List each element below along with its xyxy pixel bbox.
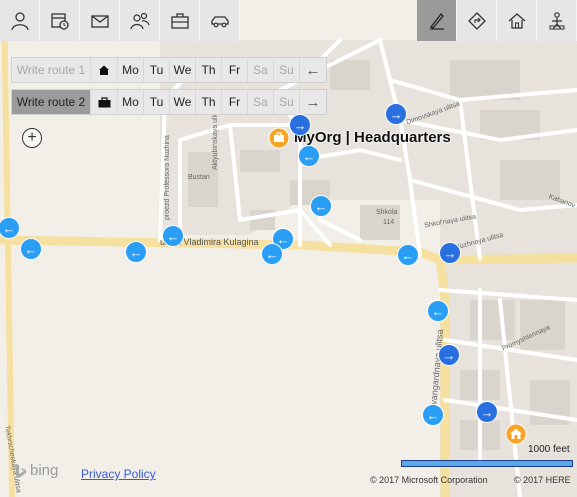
contacts-button[interactable] — [120, 0, 160, 41]
draw-button[interactable] — [417, 0, 457, 41]
person-icon — [10, 11, 29, 30]
route-2-day-mo[interactable]: Mo — [118, 90, 144, 114]
toolbar-left — [0, 0, 240, 41]
briefcase-icon — [170, 12, 189, 29]
bing-logo: bing — [14, 462, 58, 479]
headquarters-label: MyOrg | Headquarters — [294, 129, 451, 146]
route-2-day-fr[interactable]: Fr — [222, 90, 248, 114]
route-marker-right[interactable]: → — [385, 103, 407, 125]
pen-icon — [429, 12, 444, 30]
route-2-day-sa[interactable]: Sa — [248, 90, 274, 114]
car-icon — [210, 15, 229, 27]
route-2-label[interactable]: Write route 2 — [12, 90, 91, 114]
route-1-day-mo[interactable]: Mo — [118, 58, 144, 82]
route-1-home-button[interactable] — [91, 58, 118, 82]
briefcase-icon — [98, 96, 110, 107]
route-marker-left[interactable]: ← — [427, 300, 449, 322]
route-marker-left[interactable]: ← — [125, 241, 147, 263]
scale-bar — [401, 460, 573, 467]
map-label-bustan: Bustan — [188, 174, 210, 181]
route-1-day-fr[interactable]: Fr — [222, 58, 248, 82]
route-marker-left[interactable]: ← — [422, 404, 444, 426]
calendar-button[interactable] — [40, 0, 80, 41]
home-icon — [99, 65, 109, 75]
zoom-in-button[interactable]: + — [22, 128, 42, 148]
route-row-2: Write route 2 Mo Tu We Th Fr Sa Su → — [11, 89, 327, 115]
traveler-icon — [549, 11, 564, 29]
traveler-button[interactable] — [537, 0, 577, 41]
route-row-1: Write route 1 Mo Tu We Th Fr Sa Su ← — [11, 57, 327, 83]
bing-icon — [16, 463, 26, 478]
route-marker-right[interactable]: → — [476, 401, 498, 423]
toolbar-right — [417, 0, 577, 41]
route-2-day-tu[interactable]: Tu — [144, 90, 170, 114]
route-marker-left[interactable]: ← — [310, 195, 332, 217]
mail-icon — [90, 14, 109, 28]
route-1-label[interactable]: Write route 1 — [12, 58, 91, 82]
directions-button[interactable] — [457, 0, 497, 41]
directions-icon — [467, 11, 486, 30]
route-marker-left[interactable]: ← — [162, 225, 184, 247]
calendar-clock-icon — [50, 12, 69, 30]
route-marker-left[interactable]: ← — [298, 145, 320, 167]
mail-button[interactable] — [80, 0, 120, 41]
route-marker-left[interactable]: ← — [20, 238, 42, 260]
route-1-arrow-left-button[interactable]: ← — [300, 58, 326, 82]
copyright-microsoft: © 2017 Microsoft Corporation — [370, 475, 488, 485]
map-label-nuzhina: proezd Professora Nuzhina — [164, 135, 171, 220]
route-marker-left[interactable]: ← — [397, 244, 419, 266]
route-marker-right[interactable]: → — [439, 242, 461, 264]
home-button[interactable] — [497, 0, 537, 41]
map-label-shkola: Shkola — [376, 209, 398, 216]
home-marker[interactable] — [505, 423, 527, 445]
copyright-here: © 2017 HERE — [514, 475, 571, 485]
route-1-day-su[interactable]: Su — [274, 58, 300, 82]
scale-label: 1000 feet — [528, 444, 570, 455]
person-button[interactable] — [0, 0, 40, 41]
route-marker-right[interactable]: → — [438, 344, 460, 366]
route-2-day-we[interactable]: We — [170, 90, 196, 114]
map-label-aktyubinskaya: Aktyubinskaya ulitsa — [212, 106, 219, 170]
car-button[interactable] — [200, 0, 240, 41]
bing-text: bing — [30, 462, 59, 479]
route-2-day-su[interactable]: Su — [274, 90, 300, 114]
route-2-work-button[interactable] — [91, 90, 118, 114]
route-marker-right[interactable]: → — [289, 114, 311, 136]
briefcase-button[interactable] — [160, 0, 200, 41]
route-1-day-tu[interactable]: Tu — [144, 58, 170, 82]
contacts-icon — [129, 12, 150, 29]
map-label-shkola-num: 114 — [383, 219, 395, 226]
route-2-day-th[interactable]: Th — [196, 90, 222, 114]
route-1-day-we[interactable]: We — [170, 58, 196, 82]
route-1-day-sa[interactable]: Sa — [248, 58, 274, 82]
privacy-policy-link[interactable]: Privacy Policy — [81, 467, 156, 481]
headquarters-marker[interactable] — [268, 127, 290, 149]
route-1-day-th[interactable]: Th — [196, 58, 222, 82]
route-2-arrow-right-button[interactable]: → — [300, 90, 326, 114]
route-marker-left[interactable]: ← — [261, 243, 283, 265]
home-icon — [508, 12, 525, 29]
